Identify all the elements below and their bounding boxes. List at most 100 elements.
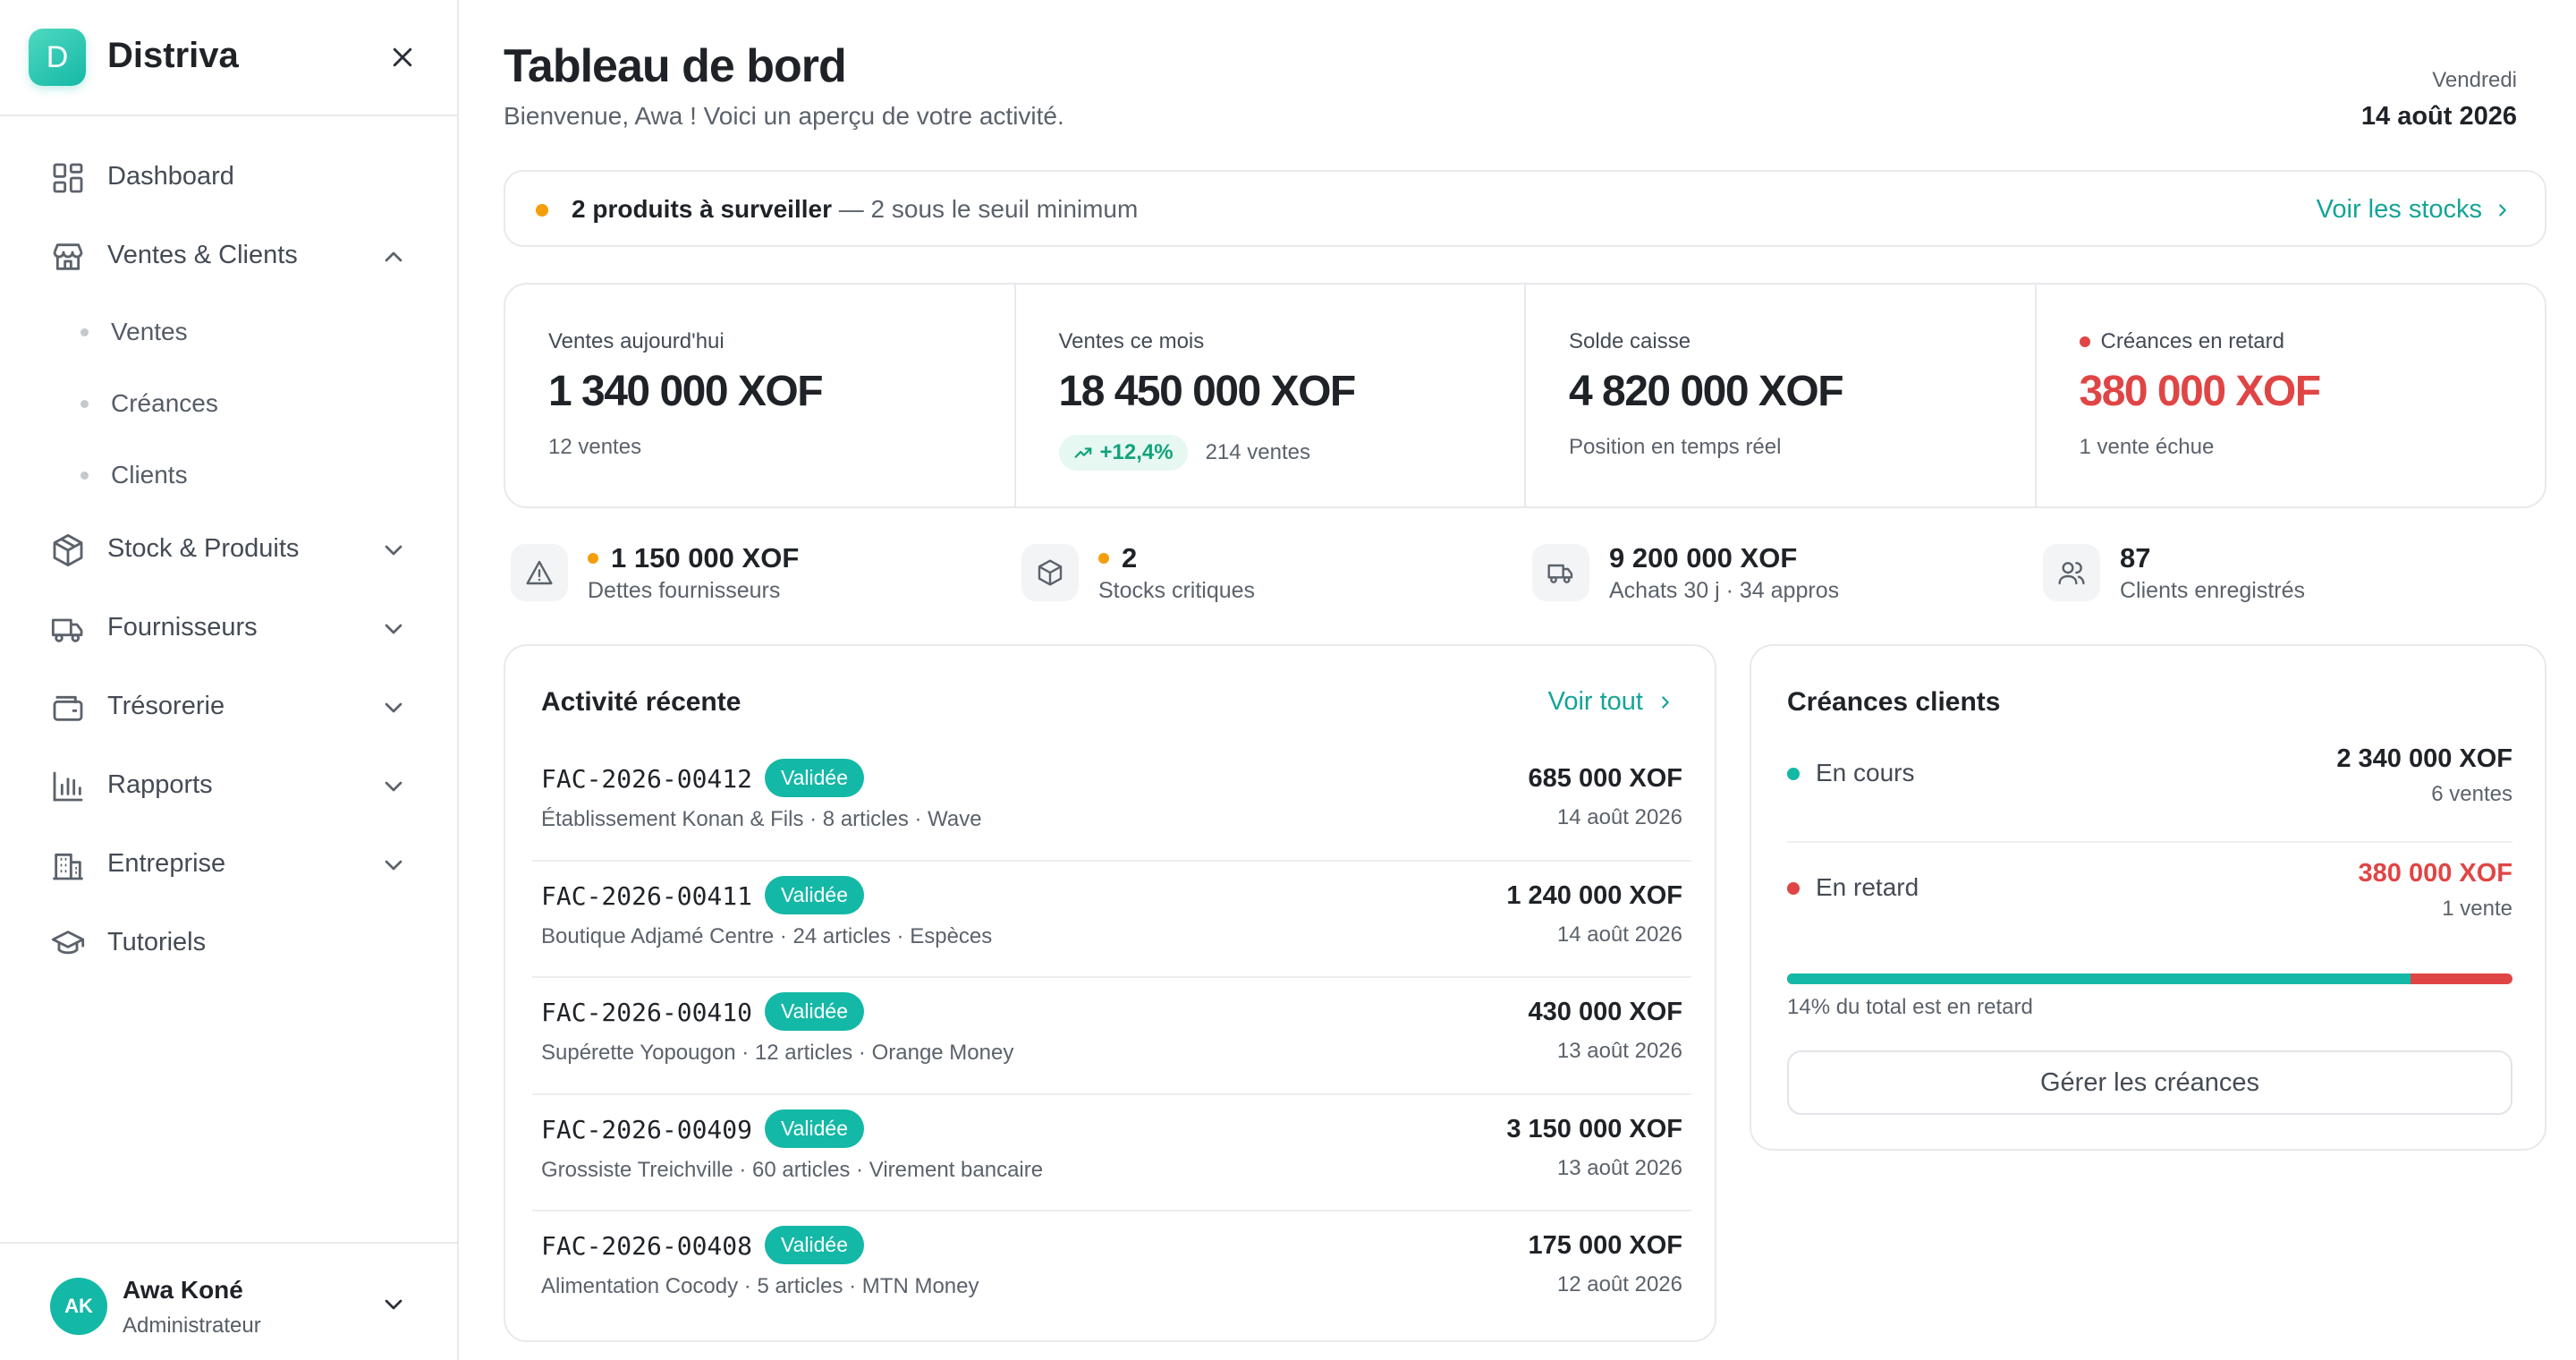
stat-critical-stocks: 2 Stocks critiques	[1014, 537, 1525, 617]
receivable-current-row: En cours 2 340 000 XOF 6 ventes	[1787, 734, 2512, 820]
sidebar-item-fournisseurs[interactable]: Fournisseurs	[0, 590, 457, 668]
invoice-date: 13 août 2026	[1556, 1039, 1682, 1063]
sidebar-item-ventes-clients[interactable]: Ventes & Clients	[0, 217, 457, 296]
current-weekday: Vendredi	[2432, 68, 2517, 92]
chevron-down-icon	[385, 545, 402, 556]
alert-detail-text: — 2 sous le seuil minimum	[832, 195, 1139, 223]
sidebar-item-label: Tutoriels	[107, 928, 207, 956]
stat-value-row: 87	[2120, 542, 2150, 574]
stat-value: 2	[1122, 542, 1138, 574]
chevron-down-icon	[385, 781, 402, 792]
app-name: Distriva	[107, 36, 239, 75]
warning-dot-icon	[536, 204, 548, 217]
chevron-down-icon	[385, 702, 402, 713]
receivable-label: En retard	[1816, 873, 1919, 901]
status-badge: Validée	[765, 992, 865, 1031]
kpi-label: Ventes ce mois	[1058, 329, 1205, 353]
invoice-date: 13 août 2026	[1556, 1155, 1682, 1180]
kpi-sales-month: Ventes ce mois 18 450 000 XOF +12,4% 214…	[1016, 285, 1526, 506]
sidebar-item-label: Stock & Produits	[107, 534, 300, 563]
stat-value: 87	[2120, 542, 2151, 574]
activity-row[interactable]: FAC-2026-00409 Validée Grossiste Treichv…	[532, 1095, 1691, 1211]
stock-alert-banner: 2 produits à surveiller — 2 sous le seui…	[504, 170, 2546, 247]
user-role: Administrateur	[123, 1313, 261, 1338]
invoice-meta: Grossiste Treichville · 60 articles · Vi…	[541, 1157, 1044, 1182]
store-icon	[53, 243, 83, 270]
sidebar-subitem-creances[interactable]: Créances	[0, 368, 457, 439]
card-title: Créances clients	[1787, 687, 2001, 717]
chevron-right-icon	[2499, 203, 2506, 217]
status-badge: Validée	[765, 759, 865, 797]
stat-value-row: 9 200 000 XOF	[1609, 542, 1797, 574]
sidebar-subitem-label: Clients	[111, 461, 188, 489]
receivable-count: 6 ventes	[2431, 782, 2512, 806]
truck-icon	[51, 618, 83, 642]
activity-row[interactable]: FAC-2026-00408 Validée Alimentation Coco…	[532, 1211, 1691, 1329]
activity-row[interactable]: FAC-2026-00412 Validée Établissement Kon…	[532, 744, 1691, 862]
activity-list: FAC-2026-00412 Validée Établissement Kon…	[532, 744, 1691, 1329]
stat-icon-box	[1021, 544, 1079, 601]
sidebar-subitem-clients[interactable]: Clients	[0, 439, 457, 511]
stat-icon-box	[511, 544, 568, 601]
sidebar-item-entreprise[interactable]: Entreprise	[0, 826, 457, 905]
manage-receivables-button[interactable]: Gérer les créances	[1787, 1050, 2512, 1115]
view-stocks-link[interactable]: Voir les stocks	[2317, 195, 2512, 225]
kpi-note: Position en temps réel	[1569, 435, 1782, 459]
sidebar-item-tresorerie[interactable]: Trésorerie	[0, 668, 457, 747]
sidebar-item-label: Entreprise	[107, 849, 226, 878]
close-sidebar-button[interactable]	[385, 39, 420, 75]
alert-dot-icon	[2079, 336, 2090, 347]
activity-row[interactable]: FAC-2026-00410 Validée Supérette Yopougo…	[532, 978, 1691, 1095]
status-dot-icon	[1787, 768, 1800, 780]
stat-label: Dettes fournisseurs	[588, 578, 781, 603]
kpi-note-row: +12,4% 214 ventes	[1058, 435, 1310, 471]
current-date: 14 août 2026	[2360, 102, 2517, 131]
status-dot-icon	[1787, 882, 1800, 895]
invoice-number: FAC-2026-00410	[541, 998, 753, 1027]
sidebar-item-label: Fournisseurs	[107, 613, 258, 642]
kpi-note: 12 ventes	[548, 435, 642, 459]
main-content: Tableau de bord Bienvenue, Awa ! Voici u…	[459, 0, 2576, 1360]
invoice-number: FAC-2026-00408	[541, 1231, 753, 1261]
wallet-icon	[53, 695, 83, 721]
user-menu[interactable]: AK Awa Koné Administrateur	[0, 1242, 457, 1360]
invoice-amount: 175 000 XOF	[1528, 1231, 1683, 1260]
warning-icon	[526, 560, 553, 585]
stat-label: Achats 30 j · 34 appros	[1609, 578, 1840, 603]
sidebar-item-stock-produits[interactable]: Stock & Produits	[0, 511, 457, 590]
sidebar: D Distriva Dashboard Ventes & Clients Ve…	[0, 0, 459, 1360]
chevron-down-icon	[385, 624, 402, 634]
sidebar-item-rapports[interactable]: Rapports	[0, 747, 457, 826]
stat-value-row: 1 150 000 XOF	[588, 542, 799, 574]
view-all-link[interactable]: Voir tout	[1548, 687, 1675, 717]
stat-supplier-debts: 1 150 000 XOF Dettes fournisseurs	[504, 537, 1014, 617]
kpi-overdue-receivables: Créances en retard 380 000 XOF 1 vente é…	[2037, 285, 2546, 506]
receivable-amount: 2 340 000 XOF	[2336, 744, 2512, 773]
sidebar-nav: Dashboard Ventes & Clients Ventes Créanc…	[0, 139, 457, 983]
kpi-label-row: Créances en retard	[2079, 329, 2284, 354]
receivable-count: 1 vente	[2442, 897, 2512, 921]
invoice-meta: Boutique Adjamé Centre · 24 articles · E…	[541, 923, 993, 948]
sidebar-subitem-label: Ventes	[111, 318, 188, 345]
sidebar-subitem-ventes[interactable]: Ventes	[0, 296, 457, 368]
kpi-value: 380 000 XOF	[2079, 368, 2322, 415]
activity-row[interactable]: FAC-2026-00411 Validée Boutique Adjamé C…	[532, 862, 1691, 978]
box-icon	[1038, 559, 1063, 586]
app-logo: D	[29, 29, 86, 86]
status-badge: Validée	[765, 1226, 865, 1264]
stat-label: Clients enregistrés	[2120, 578, 2306, 603]
view-stocks-label: Voir les stocks	[2316, 195, 2482, 224]
receivable-label: En cours	[1816, 759, 1915, 786]
invoice-amount: 685 000 XOF	[1528, 764, 1683, 793]
kpi-value: 1 340 000 XOF	[548, 368, 824, 415]
alert-text: 2 produits à surveiller — 2 sous le seui…	[572, 195, 1138, 224]
sidebar-item-label: Dashboard	[107, 162, 234, 191]
users-icon	[2058, 562, 2085, 585]
sidebar-item-tutoriels[interactable]: Tutoriels	[0, 905, 457, 983]
stat-clients: 87 Clients enregistrés	[2036, 537, 2546, 617]
bar-chart-icon	[53, 771, 83, 802]
stat-icon-box	[2043, 544, 2100, 601]
kpi-label: Créances en retard	[2100, 329, 2284, 353]
invoice-meta: Alimentation Cocody · 5 articles · MTN M…	[541, 1274, 979, 1298]
sidebar-item-dashboard[interactable]: Dashboard	[0, 139, 457, 217]
